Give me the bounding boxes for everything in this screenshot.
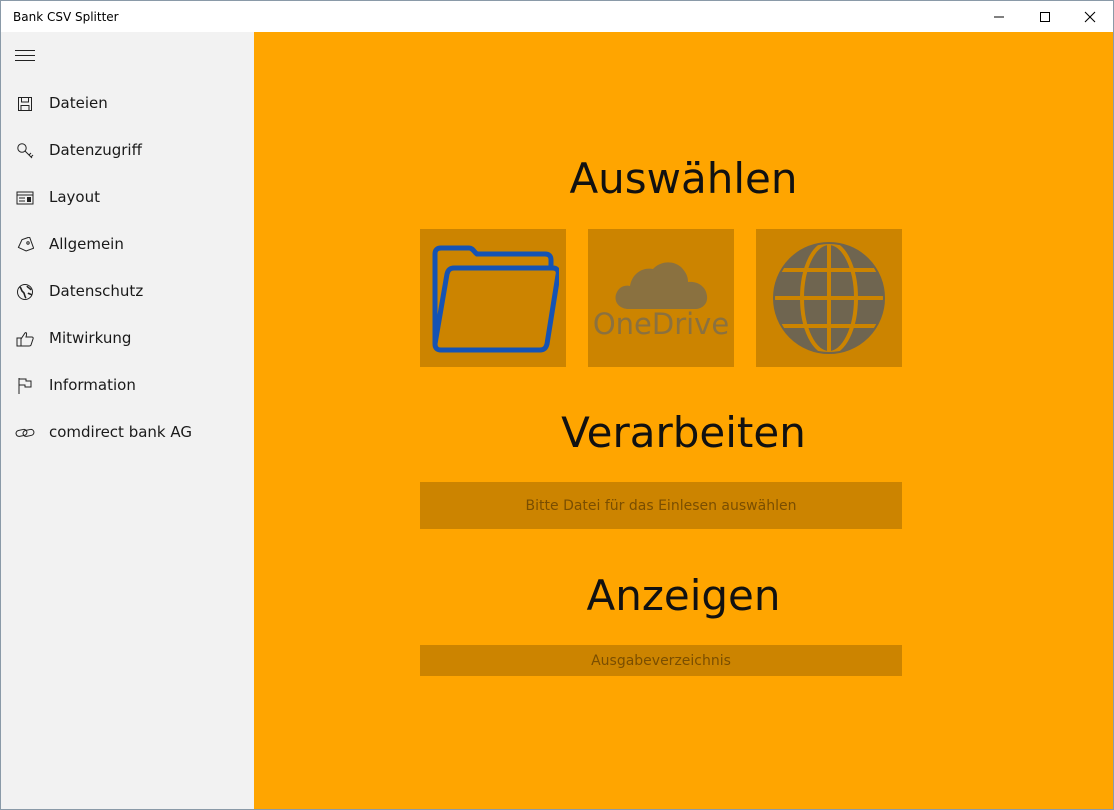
nav-label-mitwirkung: Mitwirkung — [49, 329, 132, 347]
window-title: Bank CSV Splitter — [13, 10, 119, 24]
nav-item-datenschutz[interactable]: Datenschutz — [1, 268, 254, 315]
folder-icon — [432, 245, 559, 353]
onedrive-label: OneDrive — [592, 307, 730, 341]
nav-item-datenzugriff[interactable]: Datenzugriff — [1, 127, 254, 174]
link-icon — [15, 423, 35, 443]
hamburger-button[interactable] — [1, 32, 49, 80]
flag-icon — [15, 376, 35, 396]
nav-item-information[interactable]: Information — [1, 362, 254, 409]
process-button[interactable]: Bitte Datei für das Einlesen auswählen — [420, 482, 902, 529]
thumbs-up-icon — [15, 329, 35, 349]
output-directory-button[interactable]: Ausgabeverzeichnis — [420, 645, 902, 676]
select-heading: Auswählen — [569, 154, 798, 203]
close-button[interactable] — [1067, 1, 1113, 32]
title-bar: Bank CSV Splitter — [1, 1, 1113, 32]
key-icon — [15, 141, 35, 161]
web-tile[interactable] — [756, 229, 902, 367]
nav-label-comdirect: comdirect bank AG — [49, 423, 192, 441]
nav-label-information: Information — [49, 376, 136, 394]
local-folder-tile[interactable] — [420, 229, 566, 367]
onedrive-tile[interactable]: OneDrive — [588, 229, 734, 367]
web-globe-icon — [773, 242, 885, 354]
nav-item-mitwirkung[interactable]: Mitwirkung — [1, 315, 254, 362]
save-icon — [15, 94, 35, 114]
nav-item-layout[interactable]: Layout — [1, 174, 254, 221]
main-content: Auswählen OneDrive Verarbeiten Bitte Dat… — [254, 32, 1113, 809]
maximize-button[interactable] — [1022, 1, 1068, 32]
hamburger-icon — [15, 50, 35, 61]
nav-label-dateien: Dateien — [49, 94, 108, 112]
app-window: Bank CSV Splitter Dateien Datenzugriff L… — [0, 0, 1114, 810]
nav-item-dateien[interactable]: Dateien — [1, 80, 254, 127]
nav-label-layout: Layout — [49, 188, 100, 206]
tag-icon — [15, 235, 35, 255]
nav-item-comdirect[interactable]: comdirect bank AG — [1, 409, 254, 456]
maximize-icon — [1040, 11, 1050, 22]
nav-label-datenzugriff: Datenzugriff — [49, 141, 142, 159]
process-heading: Verarbeiten — [561, 408, 806, 457]
onedrive-icon — [615, 262, 708, 309]
nav-label-datenschutz: Datenschutz — [49, 282, 144, 300]
globe-icon — [15, 282, 35, 302]
layout-icon — [15, 188, 35, 208]
minimize-button[interactable] — [976, 1, 1022, 32]
minimize-icon — [994, 16, 1004, 17]
nav-item-allgemein[interactable]: Allgemein — [1, 221, 254, 268]
nav-label-allgemein: Allgemein — [49, 235, 124, 253]
navigation-pane: Dateien Datenzugriff Layout Allgemein Da — [1, 32, 254, 809]
show-heading: Anzeigen — [586, 571, 781, 620]
close-icon — [1084, 11, 1096, 22]
